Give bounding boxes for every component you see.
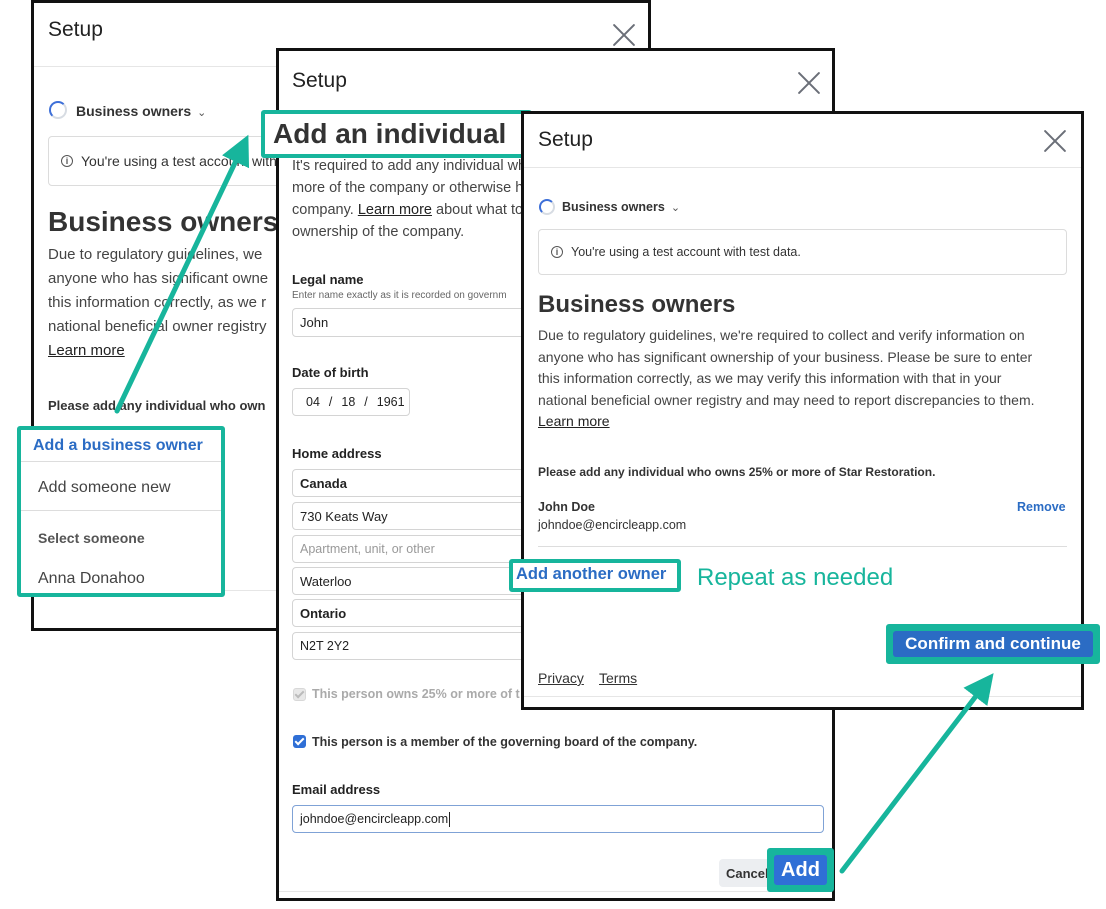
description-line: Due to regulatory guidelines, we're requ… — [538, 327, 1025, 343]
description-line: this information correctly, as we r — [48, 294, 267, 311]
breadcrumb-label: Business owners — [562, 200, 665, 214]
description: Due to regulatory guidelines, we're requ… — [538, 325, 1073, 433]
test-account-notice: i You're using a test account with test … — [538, 229, 1067, 275]
description-line: Due to regulatory guidelines, we — [48, 246, 263, 263]
learn-more-link[interactable]: Learn more — [538, 411, 610, 433]
confirm-label: Confirm and continue — [905, 634, 1081, 653]
repeat-as-needed-annotation: Repeat as needed — [697, 564, 894, 591]
add-button-callout: Add — [767, 848, 834, 892]
dialog-title: Setup — [292, 69, 347, 92]
add-individual-heading-callout: Add an individual — [261, 110, 532, 158]
owner-email: johndoe@encircleapp.com — [538, 518, 687, 532]
email-input[interactable]: johndoe@encircleapp.com — [292, 805, 824, 833]
intro-line: company. Learn more about what to — [292, 199, 532, 221]
page-title: Business owners — [538, 291, 736, 318]
privacy-link[interactable]: Privacy — [538, 670, 584, 686]
option-anna-donahoo[interactable]: Anna Donahoo — [38, 570, 145, 588]
date-of-birth-input[interactable]: 04 / 18 / 1961 — [292, 388, 410, 416]
confirm-and-continue-button[interactable]: Confirm and continue — [893, 631, 1093, 657]
learn-more-link[interactable]: Learn more — [358, 202, 432, 218]
terms-link[interactable]: Terms — [599, 670, 637, 686]
date-of-birth-label: Date of birth — [292, 365, 369, 380]
legal-name-label: Legal name — [292, 272, 364, 287]
street-input[interactable]: 730 Keats Way — [292, 502, 552, 530]
intro-text-segment: about what to — [436, 202, 524, 218]
home-address-label: Home address — [292, 446, 382, 461]
divider — [524, 167, 1081, 168]
arrow-add-to-confirm — [839, 673, 994, 874]
divider — [279, 891, 832, 892]
divider — [524, 696, 1081, 697]
remove-owner-link[interactable]: Remove — [1017, 500, 1066, 514]
dob-month[interactable]: 04 — [306, 395, 320, 409]
description-line: national beneficial owner registry — [48, 318, 267, 335]
add-label: Add — [781, 858, 820, 881]
owners-prompt: Please add any individual who own — [48, 398, 266, 413]
breadcrumb[interactable]: Business owners ⌄ — [562, 200, 680, 214]
dropdown-header[interactable]: Add a business owner — [33, 437, 203, 455]
add-button[interactable]: Add — [774, 855, 827, 885]
select-someone-label: Select someone — [38, 530, 145, 546]
intro-text-segment: company. — [292, 202, 354, 218]
info-icon: i — [551, 246, 563, 258]
cancel-label: Cancel — [726, 865, 769, 881]
description-line: this information correctly, as we may ve… — [538, 370, 1002, 387]
intro-text: It's required to add any individual wh m… — [292, 155, 532, 243]
close-icon[interactable] — [1042, 128, 1068, 154]
chevron-down-icon: ⌄ — [197, 107, 207, 119]
add-someone-new-option[interactable]: Add someone new — [38, 479, 171, 497]
add-another-owner-link[interactable]: Add another owner — [516, 565, 666, 584]
intro-line: more of the company or otherwise h — [292, 180, 524, 196]
add-another-owner-callout: Add another owner — [509, 559, 681, 592]
governing-board-checkbox[interactable] — [293, 735, 306, 748]
divider — [538, 546, 1067, 547]
owners-prompt: Please add any individual who owns 25% o… — [538, 465, 936, 479]
divider — [21, 461, 221, 462]
dialog-title: Setup — [538, 128, 593, 151]
chevron-down-icon: ⌄ — [670, 202, 681, 214]
dob-year[interactable]: 1961 — [377, 395, 405, 409]
progress-spinner-icon — [539, 199, 555, 215]
governing-board-label: This person is a member of the governing… — [312, 735, 698, 749]
breadcrumb[interactable]: Business owners ⌄ — [76, 103, 206, 119]
dob-separator: / — [328, 395, 333, 409]
description-line: national beneficial owner registry and m… — [538, 391, 1035, 408]
dob-day[interactable]: 18 — [341, 395, 355, 409]
owns-25-percent-label: This person owns 25% or more of t — [312, 687, 520, 701]
legal-name-input[interactable]: John — [292, 308, 552, 337]
legal-name-hint: Enter name exactly as it is recorded on … — [292, 290, 507, 301]
description: Due to regulatory guidelines, we anyone … — [48, 244, 308, 364]
owns-25-percent-checkbox — [293, 688, 306, 701]
notice-text: You're using a test account with — [81, 153, 277, 169]
email-value: johndoe@encircleapp.com — [300, 812, 449, 826]
progress-spinner-icon — [49, 101, 67, 119]
setup-dialog-business-owners-front: Setup Business owners ⌄ i You're using a … — [521, 111, 1084, 710]
close-icon[interactable] — [611, 22, 637, 48]
country-select[interactable]: Canada — [292, 469, 552, 497]
breadcrumb-label: Business owners — [76, 103, 192, 119]
email-label: Email address — [292, 782, 381, 797]
notice-text: You're using a test account with test da… — [571, 245, 801, 259]
province-select[interactable]: Ontario — [292, 599, 552, 627]
dob-separator: / — [364, 395, 368, 409]
learn-more-link[interactable]: Learn more — [48, 340, 125, 364]
description-line: anyone who has significant ownership of … — [538, 348, 1033, 365]
dialog-title: Setup — [48, 18, 103, 41]
page-title: Add an individual — [273, 118, 507, 149]
add-business-owner-dropdown[interactable]: Add a business owner Add someone new Sel… — [17, 426, 225, 597]
divider — [21, 510, 221, 511]
intro-line: ownership of the company. — [292, 224, 465, 240]
info-icon: i — [61, 155, 73, 167]
text-cursor — [449, 811, 451, 827]
postal-code-input[interactable]: N2T 2Y2 — [292, 632, 552, 660]
page-title: Business owners — [48, 206, 279, 237]
intro-line: It's required to add any individual wh — [292, 158, 527, 174]
description-line: anyone who has significant owne — [48, 270, 269, 287]
owner-name: John Doe — [538, 500, 595, 514]
close-icon[interactable] — [796, 70, 822, 96]
confirm-and-continue-callout: Confirm and continue — [886, 624, 1100, 664]
